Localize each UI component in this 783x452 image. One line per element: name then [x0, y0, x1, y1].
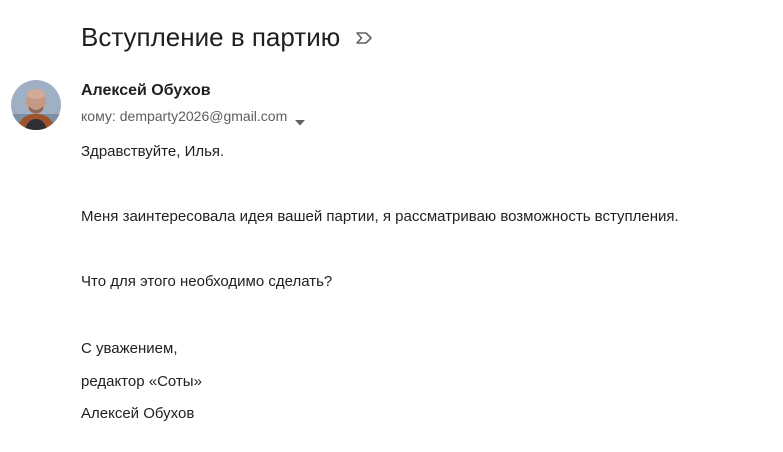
- signature-name: Алексей Обухов: [81, 405, 195, 422]
- body-paragraph: Меня заинтересовала идея вашей партии, я…: [81, 208, 679, 225]
- recipient-label: кому:: [81, 108, 116, 124]
- sender-name: Алексей Обухов: [81, 82, 211, 99]
- sender-avatar[interactable]: [11, 80, 61, 130]
- body-closing: С уважением,: [81, 340, 178, 357]
- email-subject: Вступление в партию: [81, 22, 341, 52]
- caret-down-icon[interactable]: [295, 113, 306, 126]
- recipient-details-toggle[interactable]: кому: demparty2026@gmail.com: [81, 108, 306, 126]
- recipient-address: demparty2026@gmail.com: [119, 108, 288, 124]
- importance-marker-icon[interactable]: [355, 31, 373, 45]
- body-paragraph: Что для этого необходимо сделать?: [81, 273, 333, 290]
- subject-row: Вступление в партию: [81, 22, 373, 53]
- signature-title: редактор «Соты»: [81, 373, 202, 390]
- body-greeting: Здравствуйте, Илья.: [81, 143, 225, 160]
- email-view: Вступление в партию Алексей Обухов кому:…: [0, 0, 783, 452]
